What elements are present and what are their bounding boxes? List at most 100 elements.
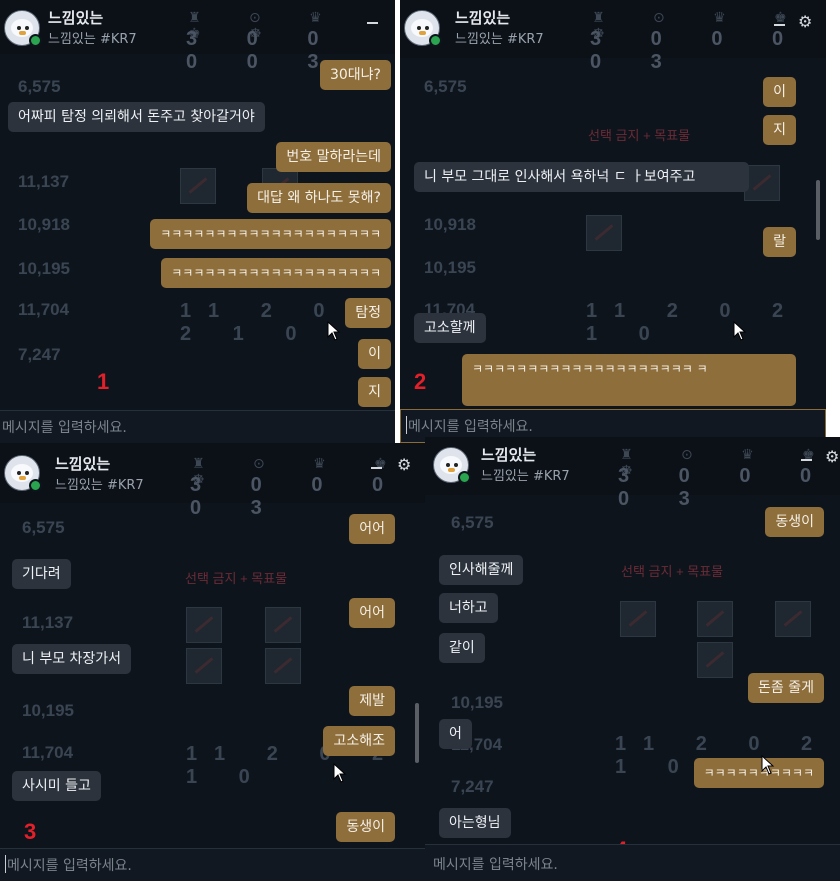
friend-name: 느낌있는 bbox=[455, 9, 511, 27]
my-message: 지 bbox=[763, 115, 796, 145]
online-status-icon bbox=[429, 34, 442, 47]
bg-champion-card bbox=[744, 165, 780, 201]
online-status-icon bbox=[29, 34, 42, 47]
mouse-cursor-icon bbox=[333, 763, 347, 783]
message-input[interactable]: 메시지를 입력하세요. bbox=[433, 854, 558, 874]
bg-champion-card bbox=[697, 642, 733, 678]
my-message: 번호 말하라는데 bbox=[276, 142, 391, 172]
friend-riot-tag: 느낌있는 #KR7 bbox=[48, 32, 137, 47]
gear-icon[interactable]: ⚙ bbox=[825, 447, 839, 466]
minimize-icon[interactable] bbox=[367, 22, 378, 24]
bg-champion-card bbox=[775, 601, 811, 637]
friend-riot-tag: 느낌있는 #KR7 bbox=[55, 478, 144, 493]
bg-number: 7,247 bbox=[451, 777, 494, 796]
bg-number: 6,575 bbox=[424, 77, 467, 96]
their-message: 같이 bbox=[439, 633, 485, 663]
their-message: 사시미 들고 bbox=[12, 771, 101, 801]
mouse-cursor-icon bbox=[733, 321, 747, 341]
bg-champion-card bbox=[620, 601, 656, 637]
bg-number: 10,195 bbox=[22, 701, 74, 720]
mouse-cursor-icon bbox=[327, 321, 341, 341]
friend-name: 느낌있는 bbox=[48, 9, 104, 27]
my-message: 30대냐? bbox=[319, 60, 391, 90]
panel-number: 3 bbox=[24, 819, 37, 844]
their-message: 아는형님 bbox=[439, 808, 511, 838]
message-input-bar[interactable]: 메시지를 입력하세요. bbox=[0, 848, 425, 881]
my-message: 어어 bbox=[349, 514, 395, 544]
chat-panel-4: 6,575 10,195 11,704 7,247 선택 금지 + 목표물 11… bbox=[425, 437, 840, 881]
chat-panel-2: 6,575 10,918 10,195 11,704 선택 금지 + 목표물 1… bbox=[400, 0, 826, 443]
bg-number: 11,704 bbox=[22, 743, 74, 762]
bg-number: 10,195 bbox=[424, 258, 476, 277]
my-message: 제발 bbox=[349, 686, 395, 716]
header-stat-values: 3 0 0 0 0 3 bbox=[590, 28, 806, 73]
bg-number: 6,575 bbox=[18, 77, 61, 96]
my-message: 돈좀 줄게 bbox=[748, 673, 824, 703]
my-message: 탐정 bbox=[345, 298, 391, 328]
friend-name: 느낌있는 bbox=[481, 446, 537, 464]
text-caret bbox=[5, 855, 6, 873]
my-message: ㅋㅋㅋㅋㅋㅋㅋㅋㅋㅋㅋㅋㅋㅋㅋㅋㅋㅋㅋㅋ bbox=[150, 219, 391, 249]
scrollbar[interactable] bbox=[415, 703, 419, 763]
minimize-icon[interactable] bbox=[801, 459, 812, 461]
their-message: 기다려 bbox=[12, 559, 71, 589]
bg-pink-label: 선택 금지 + 목표물 bbox=[621, 564, 724, 579]
online-status-icon bbox=[29, 479, 42, 492]
bg-number: 10,195 bbox=[18, 259, 70, 278]
bg-champion-card bbox=[180, 168, 216, 204]
chat-header: 느낌있는 느낌있는 #KR7 ♜ ⊙ ♛ ♚ ☸ 3 0 0 0 0 3 ⚙ bbox=[0, 443, 425, 519]
bg-number: 10,195 bbox=[451, 693, 503, 712]
bg-number: 10,918 bbox=[424, 215, 476, 234]
their-message: 고소할께 bbox=[414, 313, 486, 343]
scrollbar[interactable] bbox=[816, 180, 820, 240]
message-input-bar[interactable]: 메시지를 입력하세요. bbox=[425, 844, 840, 881]
my-message: 동생이 bbox=[336, 812, 395, 842]
chat-panel-1: 6,575 11,137 10,918 10,195 11,704 7,247 … bbox=[0, 0, 395, 443]
bg-number: 10,918 bbox=[18, 215, 70, 234]
friend-riot-tag: 느낌있는 #KR7 bbox=[481, 469, 570, 484]
panel-number: 1 bbox=[97, 369, 110, 394]
friend-riot-tag: 느낌있는 #KR7 bbox=[455, 32, 544, 47]
their-message: 어짜피 탐정 의뢰해서 돈주고 찾아갈거야 bbox=[8, 102, 265, 132]
message-input[interactable]: 메시지를 입력하세요. bbox=[7, 855, 132, 875]
minimize-icon[interactable] bbox=[371, 467, 382, 469]
chat-header: 느낌있는 느낌있는 #KR7 ♜ ⊙ ♛ ♚ ☸ 3 0 0 0 0 3 ⚙ bbox=[400, 0, 826, 73]
my-message: ㅋㅋㅋㅋㅋㅋㅋㅋㅋㅋ bbox=[693, 758, 824, 788]
bg-number: 6,575 bbox=[451, 513, 494, 532]
bg-pink-label: 선택 금지 + 목표물 bbox=[588, 128, 691, 143]
message-input[interactable]: 메시지를 입력하세요. bbox=[2, 417, 127, 437]
my-message: ㅋㅋㅋㅋㅋㅋㅋㅋㅋㅋㅋㅋㅋㅋㅋㅋㅋㅋㅋㅋ ㅋ bbox=[462, 354, 796, 406]
their-message: 어 bbox=[439, 719, 472, 749]
bg-champion-card bbox=[697, 601, 733, 637]
my-message: ㅋㅋㅋㅋㅋㅋㅋㅋㅋㅋㅋㅋㅋㅋㅋㅋㅋㅋㅋ bbox=[161, 258, 391, 288]
panel-number: 2 bbox=[414, 369, 427, 394]
header-stat-values: 3 0 0 0 0 3 bbox=[618, 465, 834, 510]
bg-champion-card bbox=[586, 215, 622, 251]
their-message: 니 부모 차장가서 bbox=[12, 644, 132, 674]
my-message: 랄 bbox=[763, 227, 796, 257]
bg-champion-card bbox=[186, 607, 222, 643]
bg-number: 7,247 bbox=[18, 345, 61, 364]
my-message: 고소해조 bbox=[323, 726, 395, 756]
message-input-bar[interactable]: 메시지를 입력하세요. bbox=[0, 410, 395, 443]
bg-champion-card bbox=[265, 607, 301, 643]
message-input[interactable]: 메시지를 입력하세요. bbox=[408, 416, 533, 436]
bg-champion-card bbox=[265, 648, 301, 684]
text-caret bbox=[406, 416, 407, 434]
bg-number: 6,575 bbox=[22, 518, 65, 537]
their-message: 니 부모 그대로 인사해서 욕하넉 ㄷ ㅏ보여주고 bbox=[414, 162, 749, 192]
gear-icon[interactable]: ⚙ bbox=[397, 455, 411, 474]
my-message: 지 bbox=[358, 377, 391, 407]
my-message: 이 bbox=[358, 339, 391, 369]
mouse-cursor-icon bbox=[761, 755, 775, 775]
chat-header: 느낌있는 느낌있는 #KR7 ♜ ⊙ ♛ ♚ ☸ 3 0 0 0 0 3 ⚙ bbox=[425, 437, 840, 510]
my-message: 어어 bbox=[349, 598, 395, 628]
minimize-icon[interactable] bbox=[774, 24, 785, 26]
gear-icon[interactable]: ⚙ bbox=[798, 12, 812, 31]
bg-champion-card bbox=[186, 648, 222, 684]
their-message: 너하고 bbox=[439, 593, 498, 623]
bg-number: 11,704 bbox=[18, 300, 70, 319]
my-message: 이 bbox=[763, 77, 796, 107]
their-message: 인사해줄께 bbox=[439, 555, 524, 585]
my-message: 동생이 bbox=[765, 507, 824, 537]
